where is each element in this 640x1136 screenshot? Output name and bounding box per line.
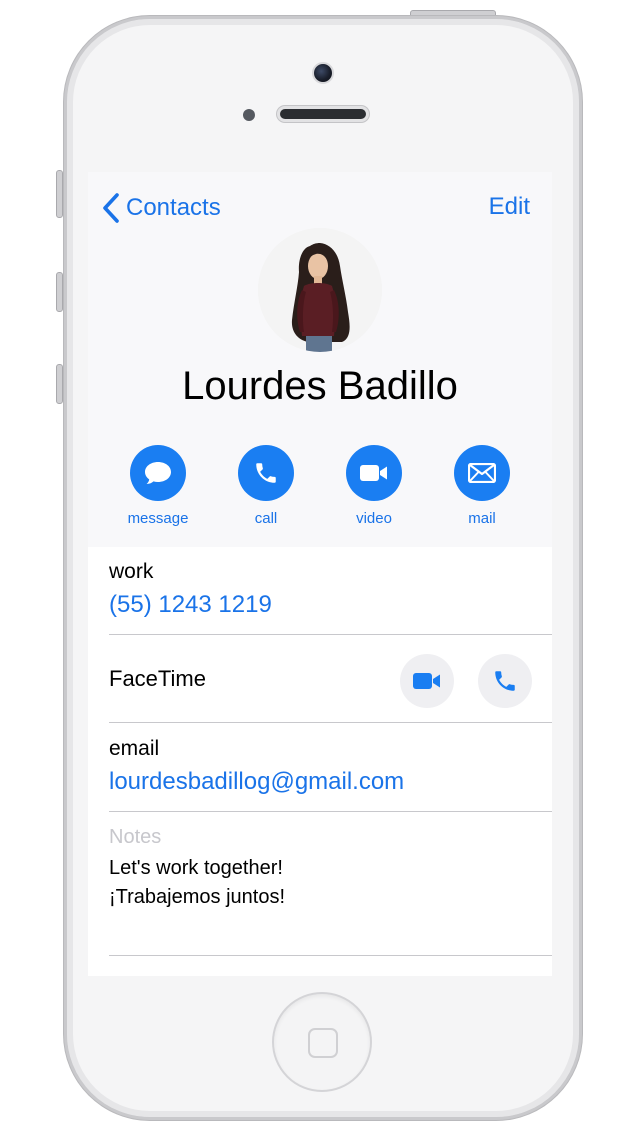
video-camera-icon — [413, 673, 440, 689]
email-row[interactable]: email lourdesbadillog@gmail.com — [109, 737, 552, 796]
phone-number[interactable]: (55) 1243 1219 — [109, 591, 552, 619]
silent-switch — [56, 170, 63, 218]
edit-button[interactable]: Edit — [489, 193, 530, 221]
home-button[interactable] — [272, 992, 372, 1092]
notes-line: ¡Trabajemos juntos! — [109, 886, 285, 908]
front-camera — [312, 62, 334, 84]
phone-icon — [256, 463, 276, 483]
mail-action-label: mail — [468, 510, 496, 527]
contact-photo — [258, 228, 382, 352]
volume-up-button — [56, 272, 63, 312]
notes-label: Notes — [109, 826, 162, 848]
call-action-circle — [238, 445, 294, 501]
video-camera-icon — [360, 465, 387, 481]
message-action[interactable]: message — [113, 445, 203, 527]
video-action-label: video — [356, 510, 392, 527]
contact-name: Lourdes Badillo — [182, 364, 458, 408]
phone-label: work — [109, 560, 154, 583]
message-bubble-icon — [145, 462, 171, 484]
home-square-icon — [308, 1028, 338, 1058]
earpiece-speaker — [277, 106, 369, 122]
envelope-icon — [468, 463, 496, 483]
divider — [109, 722, 552, 723]
divider — [109, 634, 552, 635]
contact-detail-screen: Contacts Edit Lourdes Badillo message ca… — [88, 172, 552, 976]
facetime-video-button[interactable] — [400, 654, 454, 708]
back-button-label: Contacts — [126, 194, 221, 221]
email-address[interactable]: lourdesbadillog@gmail.com — [109, 768, 552, 796]
mail-action-circle — [454, 445, 510, 501]
notes-section[interactable]: Notes Let's work together! ¡Trabajemos j… — [109, 826, 552, 912]
video-action-circle — [346, 445, 402, 501]
phone-row[interactable]: work (55) 1243 1219 — [109, 560, 552, 619]
email-label: email — [109, 737, 160, 760]
avatar — [258, 228, 382, 352]
proximity-sensor — [243, 109, 255, 121]
volume-down-button — [56, 364, 63, 404]
notes-line: Let's work together! — [109, 857, 283, 879]
call-action[interactable]: call — [221, 445, 311, 527]
message-action-circle — [130, 445, 186, 501]
chevron-left-icon — [103, 193, 119, 223]
divider — [109, 955, 552, 956]
facetime-audio-button[interactable] — [478, 654, 532, 708]
mail-action[interactable]: mail — [437, 445, 527, 527]
contact-header: Contacts Edit Lourdes Badillo message ca… — [88, 172, 552, 547]
back-button[interactable]: Contacts — [98, 190, 221, 226]
call-action-label: call — [254, 510, 278, 527]
video-action[interactable]: video — [329, 445, 419, 527]
message-action-label: message — [127, 510, 189, 527]
divider — [109, 811, 552, 812]
phone-icon — [495, 671, 515, 691]
